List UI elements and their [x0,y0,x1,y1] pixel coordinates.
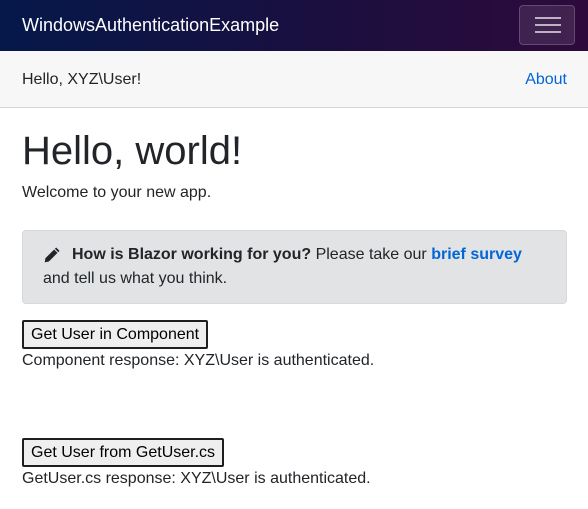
pencil-icon [44,247,60,263]
survey-prompt: How is Blazor working for you? Please ta… [22,230,567,304]
survey-link[interactable]: brief survey [431,246,522,263]
survey-question: How is Blazor working for you? [72,246,312,263]
get-user-component-button[interactable]: Get User in Component [22,320,209,349]
welcome-text: Welcome to your new app. [22,184,212,201]
user-greeting: Hello, XYZ\User! [22,71,142,88]
about-link[interactable]: About [525,70,567,90]
survey-prompt-line: How is Blazor working for you? Please ta… [72,245,522,265]
navbar: WindowsAuthenticationExample [0,0,588,51]
survey-text: Please take our [311,246,432,263]
get-user-getuser-button[interactable]: Get User from GetUser.cs [22,438,225,467]
brand-link[interactable]: WindowsAuthenticationExample [22,14,279,36]
survey-text-continued: and tell us what you think. [43,270,228,287]
navbar-toggle-button[interactable] [519,5,575,45]
page-title: Hello, world! [22,129,243,173]
top-row: Hello, XYZ\User! About [0,51,588,108]
getuser-response: GetUser.cs response: XYZ\User is authent… [22,470,371,487]
component-response: Component response: XYZ\User is authenti… [22,352,375,369]
